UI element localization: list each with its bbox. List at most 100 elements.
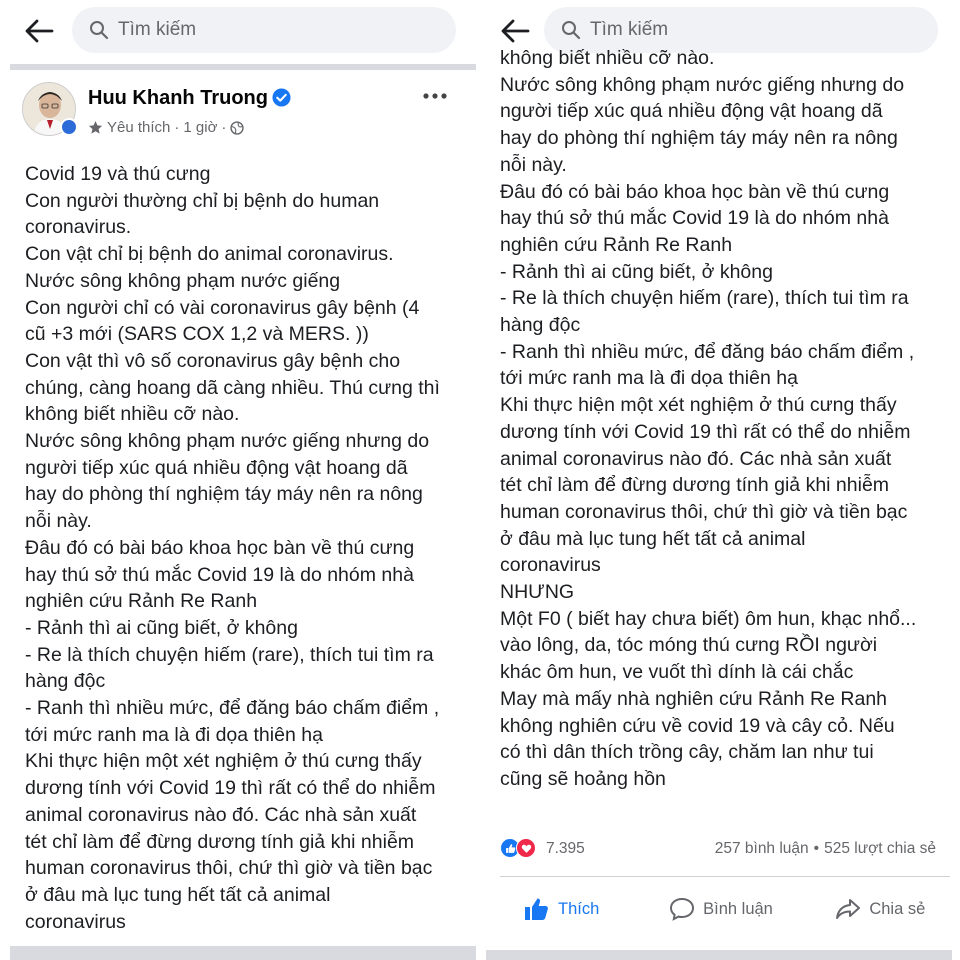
online-badge-icon <box>60 118 78 136</box>
post-text-line: animal coronavirus nào đó. Các nhà sản x… <box>25 803 417 826</box>
love-reaction-icon <box>516 838 536 858</box>
count-separator: • <box>813 840 820 857</box>
post-actions: Thích Bình luận Chia sẻ <box>482 887 960 931</box>
search-icon <box>560 19 582 41</box>
post-text-line: không biết nhiều cỡ nào. <box>25 403 240 426</box>
comment-label: Bình luận <box>703 899 773 918</box>
back-button[interactable] <box>498 14 532 48</box>
post-text-line: tới mức ranh ma là đi dọa thiên hạ <box>500 367 798 390</box>
share-icon <box>836 899 861 919</box>
post-meta: Yêu thích · 1 giờ · <box>88 119 245 136</box>
right-screenshot-panel: không biết nhiều cỡ nào. Nước sông không … <box>482 0 960 960</box>
left-screenshot-panel: Huu Khanh Truong Yêu thích · 1 giờ · Cov… <box>0 0 478 960</box>
favorite-label: Yêu thích <box>107 119 171 136</box>
post-text-line: nỗi này. <box>500 153 567 176</box>
more-dots-icon <box>423 93 447 99</box>
more-options-button[interactable] <box>420 84 450 108</box>
feed-separator-bottom <box>10 946 476 960</box>
reaction-icons[interactable] <box>500 838 536 858</box>
post-text-line: nghiên cứu Rảnh Re Ranh <box>500 233 733 256</box>
post-text-line: tét chỉ làm để đừng dương tính giả khi n… <box>500 474 890 497</box>
verified-badge-icon <box>272 88 291 107</box>
post-text-line: human coronavirus thôi, chứ thì giờ và t… <box>25 857 433 880</box>
post-text-line: Khi thực hiện một xét nghiệm ở thú cưng … <box>500 394 897 417</box>
post-text-line: dương tính với Covid 19 thì rất có thể d… <box>500 420 911 443</box>
search-bar[interactable] <box>72 7 456 53</box>
post-text-line: Con người thường chỉ bị bệnh do human <box>25 189 380 212</box>
post-text-line: hay thú sở thú mắc Covid 19 là do nhóm n… <box>500 207 889 230</box>
post-text-line: người tiếp xúc quá nhiều động vật hoang … <box>500 100 883 123</box>
post-text-line: - Rảnh thì ai cũng biết, ở không <box>25 616 298 639</box>
post-text-line: có thì dân thích trồng cây, chăm lan như… <box>500 741 874 764</box>
post-text-line: Con vật thì vô số coronavirus gây bệnh c… <box>25 349 401 372</box>
post-time[interactable]: 1 giờ <box>183 119 217 136</box>
post-text-line: không nghiên cứu về covid 19 và cây cỏ. … <box>500 714 895 737</box>
post-text-line: Con vật chỉ bị bệnh do animal coronaviru… <box>25 243 394 266</box>
post-text-line: người tiếp xúc quá nhiều động vật hoang … <box>25 456 408 479</box>
post-text-line: hay do phòng thí nghiệm táy máy nên ra n… <box>500 127 898 150</box>
post-text-line: - Ranh thì nhiều mức, để đăng báo chấm đ… <box>25 697 440 720</box>
post-text-line: ở đâu mà lục tung hết tất cả animal <box>500 527 806 550</box>
search-icon <box>88 19 110 41</box>
post-text-line: hàng độc <box>25 670 106 693</box>
comment-icon <box>670 897 695 921</box>
post-text-line: coronavirus. <box>25 216 132 239</box>
post-header: Huu Khanh Truong Yêu thích · 1 giờ · <box>22 82 462 144</box>
post-text-line: Khi thực hiện một xét nghiệm ở thú cưng … <box>25 750 422 773</box>
post-text-line: chúng, càng hoang dã càng nhiều. Thú cưn… <box>25 376 440 399</box>
star-icon <box>88 121 103 134</box>
share-count[interactable]: 525 lượt chia sẻ <box>824 840 936 858</box>
post-text-line: - Ranh thì nhiều mức, để đăng báo chấm đ… <box>500 340 915 363</box>
share-label: Chia sẻ <box>869 899 926 918</box>
post-text-line: cũng sẽ hoảng hồn <box>500 767 666 790</box>
post-text-line: khác ôm hun, ve vuốt thì dính là cái chắ… <box>500 661 854 684</box>
post-text-line: không biết nhiều cỡ nào. <box>500 47 715 69</box>
engagement-counts: 257 bình luận • 525 lượt chia sẻ <box>715 840 936 858</box>
post-text-line: Một F0 ( biết hay chưa biết) ôm hun, khạ… <box>500 607 917 630</box>
post-text-line: human coronavirus thôi, chứ thì giờ và t… <box>500 500 908 523</box>
post-text-line: Đâu đó có bài báo khoa học bàn về thú cư… <box>25 536 415 559</box>
top-bar <box>0 0 478 60</box>
search-input[interactable] <box>590 19 890 41</box>
share-button[interactable]: Chia sẻ <box>801 887 960 931</box>
post-text-line: vào lông, da, tóc móng thú cưng RỒI ngườ… <box>500 634 878 657</box>
post-text-line: tới mức ranh ma là đi dọa thiên hạ <box>25 723 323 746</box>
comment-button[interactable]: Bình luận <box>641 887 800 931</box>
like-label: Thích <box>558 899 600 918</box>
post-text-line: Covid 19 và thú cưng <box>25 163 211 185</box>
post-text-line: ở đâu mà lục tung hết tất cả animal <box>25 883 331 906</box>
post-text-line: hay thú sở thú mắc Covid 19 là do nhóm n… <box>25 563 414 586</box>
author-name[interactable]: Huu Khanh Truong <box>88 87 291 110</box>
reactions-summary: 7.395 257 bình luận • 525 lượt chia sẻ <box>482 834 960 864</box>
post-text-line: coronavirus <box>500 554 601 577</box>
search-input[interactable] <box>118 19 418 41</box>
post-text-line: nghiên cứu Rảnh Re Ranh <box>25 590 258 613</box>
back-arrow-icon <box>25 19 54 43</box>
post-text-line: Nước sông không phạm nước giếng nhưng do <box>500 73 905 96</box>
meta-separator: · <box>174 119 180 136</box>
comment-count[interactable]: 257 bình luận <box>715 840 809 858</box>
back-arrow-icon <box>501 19 530 43</box>
actions-divider <box>500 876 950 877</box>
thumbs-up-icon <box>525 898 548 920</box>
post-text: Covid 19 và thú cưng Con người thường chỉ… <box>25 161 470 935</box>
post-text-line: dương tính với Covid 19 thì rất có thể d… <box>25 777 436 800</box>
post-text-line: - Re là thích chuyện hiếm (rare), thích … <box>500 287 909 310</box>
reaction-count[interactable]: 7.395 <box>546 840 585 858</box>
post-text-line: tét chỉ làm để đừng dương tính giả khi n… <box>25 830 415 853</box>
post-text-line: - Rảnh thì ai cũng biết, ở không <box>500 260 773 283</box>
globe-icon <box>230 120 245 135</box>
post-text-continued: không biết nhiều cỡ nào. Nước sông không … <box>500 45 950 793</box>
post-text-line: Con người chỉ có vài coronavirus gây bện… <box>25 296 420 319</box>
like-button[interactable]: Thích <box>482 887 641 931</box>
feed-separator-bottom <box>486 950 952 960</box>
post-text-line: nỗi này. <box>25 510 92 533</box>
author-name-text[interactable]: Huu Khanh Truong <box>88 87 268 109</box>
post-text-line: animal coronavirus nào đó. Các nhà sản x… <box>500 447 892 470</box>
post-text-line: coronavirus <box>25 910 126 933</box>
post-text-line: Nước sông không phạm nước giếng <box>25 269 341 292</box>
post-text-line: hay do phòng thí nghiệm táy máy nên ra n… <box>25 483 423 506</box>
post-text-line: cũ +3 mới (SARS COX 1,2 và MERS. )) <box>25 323 369 346</box>
back-button[interactable] <box>22 14 56 48</box>
post-text-line: May mà mấy nhà nghiên cứu Rảnh Re Ranh <box>500 687 888 710</box>
